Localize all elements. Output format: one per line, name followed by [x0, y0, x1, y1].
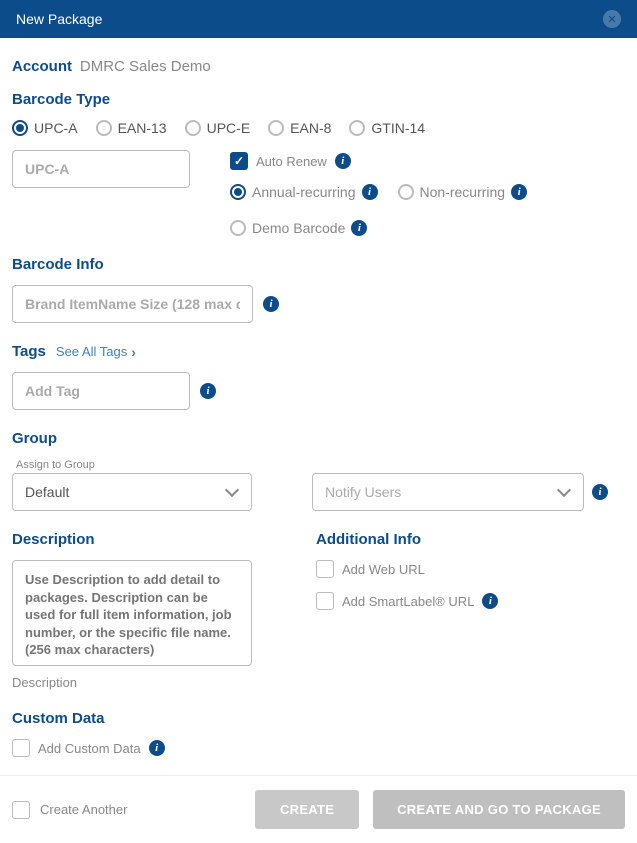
radio-label: UPC-E — [207, 120, 251, 136]
radio-ean-8[interactable]: EAN-8 — [268, 120, 331, 136]
info-icon[interactable]: i — [592, 484, 608, 500]
description-section: Description Description — [12, 531, 252, 690]
create-another-checkbox[interactable] — [12, 801, 30, 819]
notify-users-select[interactable]: Notify Users — [312, 473, 584, 511]
radio-label: GTIN-14 — [371, 120, 425, 136]
add-web-url-checkbox[interactable] — [316, 560, 334, 578]
add-smartlabel-row: Add SmartLabel® URL i — [316, 592, 498, 610]
account-label: Account — [12, 58, 72, 75]
additional-info-title: Additional Info — [316, 531, 498, 548]
info-icon[interactable]: i — [511, 184, 527, 200]
assign-group-label: Assign to Group — [16, 459, 252, 471]
auto-renew-label: Auto Renew — [256, 154, 327, 169]
barcode-info-title: Barcode Info — [12, 256, 625, 273]
radio-annual-recurring[interactable]: Annual-recurring i — [230, 184, 378, 200]
description-textarea[interactable] — [12, 560, 252, 666]
dialog-title: New Package — [16, 11, 102, 27]
see-all-label: See All Tags — [56, 344, 127, 359]
group-title: Group — [12, 430, 625, 447]
radio-label: Demo Barcode — [252, 220, 345, 236]
radio-demo-barcode[interactable]: Demo Barcode i — [230, 220, 367, 236]
account-name: DMRC Sales Demo — [80, 58, 211, 75]
radio-label: Annual-recurring — [252, 184, 356, 200]
radio-ean-13[interactable]: EAN-13 — [96, 120, 167, 136]
add-smartlabel-checkbox[interactable] — [316, 592, 334, 610]
barcode-type-radios: UPC-A EAN-13 UPC-E EAN-8 GTIN-14 — [12, 120, 625, 136]
radio-label: Non-recurring — [420, 184, 506, 200]
create-another-label: Create Another — [40, 802, 127, 817]
barcode-type-section: Barcode Type UPC-A EAN-13 UPC-E EAN-8 GT… — [12, 91, 625, 236]
radio-icon — [398, 184, 414, 200]
add-smartlabel-label: Add SmartLabel® URL — [342, 594, 474, 609]
info-icon[interactable]: i — [335, 153, 351, 169]
description-helper: Description — [12, 675, 252, 690]
radio-label: EAN-8 — [290, 120, 331, 136]
radio-upc-a[interactable]: UPC-A — [12, 120, 78, 136]
add-tag-input[interactable] — [12, 372, 190, 410]
dialog-content: Account DMRC Sales Demo Barcode Type UPC… — [0, 38, 637, 775]
radio-icon — [185, 120, 201, 136]
close-icon[interactable]: ✕ — [603, 10, 621, 28]
tags-title: Tags — [12, 343, 46, 360]
radio-non-recurring[interactable]: Non-recurring i — [398, 184, 528, 200]
info-icon[interactable]: i — [149, 740, 165, 756]
barcode-type-input[interactable] — [12, 150, 190, 188]
radio-label: UPC-A — [34, 120, 78, 136]
radio-label: EAN-13 — [118, 120, 167, 136]
auto-renew-row: Auto Renew i — [230, 152, 625, 170]
add-custom-data-label: Add Custom Data — [38, 741, 141, 756]
custom-data-section: Custom Data Add Custom Data i — [12, 710, 625, 757]
radio-icon — [230, 184, 246, 200]
radio-icon — [230, 220, 246, 236]
add-web-url-label: Add Web URL — [342, 562, 425, 577]
additional-info-section: Additional Info Add Web URL Add SmartLab… — [316, 531, 498, 610]
barcode-info-section: Barcode Info i — [12, 256, 625, 323]
chevron-right-icon: › — [131, 344, 136, 360]
auto-renew-checkbox[interactable] — [230, 152, 248, 170]
radio-gtin-14[interactable]: GTIN-14 — [349, 120, 425, 136]
add-custom-data-row: Add Custom Data i — [12, 739, 625, 757]
add-web-url-row: Add Web URL — [316, 560, 498, 578]
radio-icon — [268, 120, 284, 136]
create-and-go-button[interactable]: CREATE AND GO TO PACKAGE — [373, 790, 625, 829]
assign-group-value: Default — [25, 484, 69, 500]
barcode-info-input[interactable] — [12, 285, 253, 323]
dialog-header: New Package ✕ — [0, 0, 637, 38]
custom-data-title: Custom Data — [12, 710, 625, 727]
barcode-type-title: Barcode Type — [12, 91, 625, 108]
group-section: Group Assign to Group Default Notify Use… — [12, 430, 625, 511]
info-icon[interactable]: i — [362, 184, 378, 200]
assign-group-select[interactable]: Default — [12, 473, 252, 511]
radio-icon — [12, 120, 28, 136]
tags-section: Tags See All Tags › i — [12, 343, 625, 410]
account-line: Account DMRC Sales Demo — [12, 58, 625, 75]
radio-upc-e[interactable]: UPC-E — [185, 120, 251, 136]
desc-addl-row: Description Description Additional Info … — [12, 531, 625, 690]
info-icon[interactable]: i — [263, 296, 279, 312]
info-icon[interactable]: i — [482, 593, 498, 609]
info-icon[interactable]: i — [351, 220, 367, 236]
dialog-footer: Create Another CREATE CREATE AND GO TO P… — [0, 775, 637, 843]
notify-users-placeholder: Notify Users — [325, 484, 401, 500]
description-title: Description — [12, 531, 252, 548]
create-button[interactable]: CREATE — [255, 790, 359, 829]
radio-icon — [96, 120, 112, 136]
add-custom-data-checkbox[interactable] — [12, 739, 30, 757]
radio-icon — [349, 120, 365, 136]
see-all-tags-link[interactable]: See All Tags › — [56, 344, 136, 360]
info-icon[interactable]: i — [200, 383, 216, 399]
